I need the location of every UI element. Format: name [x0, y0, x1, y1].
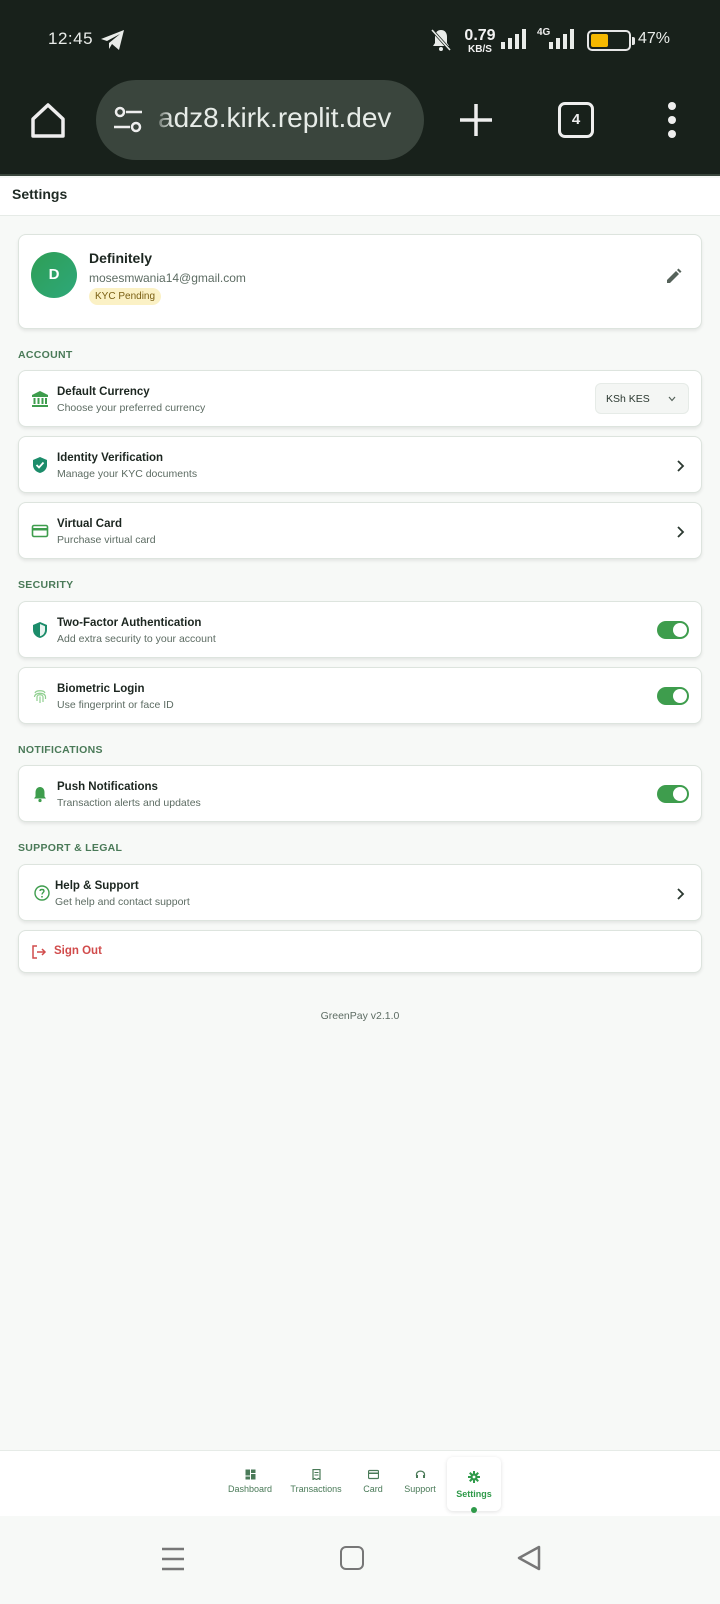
battery-percent: 47%: [638, 30, 671, 47]
bell-icon: [34, 787, 46, 803]
default-currency-subtitle: Choose your preferred currency: [57, 402, 206, 414]
chevron-right-icon: [677, 460, 685, 472]
push-notifications-toggle[interactable]: [657, 785, 689, 803]
nav-settings-label: Settings: [456, 1489, 492, 1499]
tabs-icon[interactable]: 4: [558, 102, 594, 138]
section-label-security: SECURITY: [18, 579, 74, 591]
credit-card-icon: [31, 524, 49, 538]
back-icon[interactable]: [516, 1544, 542, 1572]
push-notifications-title: Push Notifications: [57, 781, 158, 793]
two-factor-toggle[interactable]: [657, 621, 689, 639]
more-icon[interactable]: [662, 100, 682, 140]
identity-verification-subtitle: Manage your KYC documents: [57, 468, 198, 480]
mute-icon: [430, 28, 452, 52]
help-support-subtitle: Get help and contact support: [55, 896, 190, 908]
nav-settings[interactable]: Settings: [447, 1457, 501, 1513]
section-label-notifications: NOTIFICATIONS: [18, 744, 103, 756]
network-speed: 0.79 KB/S: [464, 27, 496, 55]
currency-select-value: KSh KES: [606, 393, 650, 405]
nav-transactions[interactable]: Transactions: [288, 1469, 344, 1494]
profile-card: D Definitely mosesmwania14@gmail.com KYC…: [18, 234, 702, 329]
chevron-down-icon: [668, 396, 676, 402]
two-factor-row: Two-Factor Authentication Add extra secu…: [18, 601, 702, 658]
receipt-icon: [311, 1469, 321, 1480]
identity-verification-title: Identity Verification: [57, 452, 164, 464]
active-indicator: [471, 1507, 477, 1513]
bank-icon: [32, 391, 48, 407]
biometric-login-title: Biometric Login: [57, 683, 145, 695]
sign-out-label: Sign Out: [54, 945, 102, 957]
dashboard-icon: [245, 1469, 255, 1480]
identity-verification-row[interactable]: Identity Verification Manage your KYC do…: [18, 436, 702, 493]
virtual-card-subtitle: Purchase virtual card: [57, 534, 156, 546]
two-factor-title: Two-Factor Authentication: [57, 617, 202, 629]
site-settings-icon[interactable]: [112, 106, 144, 134]
new-tab-icon[interactable]: [456, 100, 496, 140]
profile-email: mosesmwania14@gmail.com: [89, 271, 246, 285]
biometric-login-row: Biometric Login Use fingerprint or face …: [18, 667, 702, 724]
credit-card-icon: [367, 1469, 379, 1480]
nav-support-label: Support: [404, 1484, 436, 1494]
page-title: Settings: [12, 186, 68, 202]
chevron-right-icon: [677, 526, 685, 538]
nav-transactions-label: Transactions: [290, 1484, 342, 1494]
nav-card[interactable]: Card: [358, 1469, 388, 1494]
nav-dashboard[interactable]: Dashboard: [226, 1469, 274, 1494]
app-version: GreenPay v2.1.0: [320, 1010, 400, 1022]
nav-support[interactable]: Support: [402, 1469, 438, 1494]
browser-toolbar: adz8.kirk.replit.dev 4: [0, 80, 720, 176]
status-bar: 12:45 0.79 KB/S 4G 47%: [0, 0, 720, 80]
default-currency-title: Default Currency: [57, 386, 150, 398]
section-label-support: SUPPORT & LEGAL: [18, 842, 123, 854]
edit-icon[interactable]: [665, 267, 683, 285]
status-time: 12:45: [48, 29, 94, 48]
section-label-account: ACCOUNT: [18, 349, 73, 361]
biometric-login-subtitle: Use fingerprint or face ID: [57, 699, 174, 711]
currency-select[interactable]: KSh KES: [595, 383, 689, 414]
shield-icon: [33, 622, 47, 638]
telegram-icon: [101, 30, 124, 50]
signal-icon: [549, 29, 574, 49]
biometric-login-toggle[interactable]: [657, 687, 689, 705]
system-home-icon[interactable]: [340, 1546, 364, 1570]
recent-apps-icon[interactable]: [160, 1546, 186, 1572]
push-notifications-row: Push Notifications Transaction alerts an…: [18, 765, 702, 822]
system-nav-bar: [0, 1516, 720, 1604]
avatar: D: [31, 252, 77, 298]
two-factor-subtitle: Add extra security to your account: [57, 633, 216, 645]
help-circle-icon: [34, 885, 50, 901]
profile-name: Definitely: [89, 250, 153, 266]
address-bar[interactable]: adz8.kirk.replit.dev: [96, 80, 424, 160]
sign-out-button[interactable]: Sign Out: [18, 930, 702, 973]
nav-dashboard-label: Dashboard: [227, 1484, 273, 1494]
battery-icon: [587, 30, 635, 51]
home-icon[interactable]: [28, 100, 68, 140]
nav-card-label: Card: [363, 1484, 383, 1494]
fingerprint-icon: [33, 690, 47, 703]
shield-check-icon: [33, 457, 47, 473]
push-notifications-subtitle: Transaction alerts and updates: [57, 797, 201, 809]
help-support-title: Help & Support: [55, 880, 139, 892]
chevron-right-icon: [677, 888, 685, 900]
help-support-row[interactable]: Help & Support Get help and contact supp…: [18, 864, 702, 921]
virtual-card-row[interactable]: Virtual Card Purchase virtual card: [18, 502, 702, 559]
logout-icon: [32, 945, 47, 959]
url-text: adz8.kirk.replit.dev: [151, 102, 392, 134]
page-header: Settings: [0, 178, 720, 216]
bottom-nav: Dashboard Transactions Card Support Sett…: [0, 1450, 720, 1516]
kyc-status-badge: KYC Pending: [89, 288, 162, 305]
default-currency-row: Default Currency Choose your preferred c…: [18, 370, 702, 427]
gear-icon: [468, 1471, 480, 1483]
virtual-card-title: Virtual Card: [57, 518, 122, 530]
signal-icon: [501, 29, 526, 49]
headset-icon: [415, 1470, 425, 1478]
